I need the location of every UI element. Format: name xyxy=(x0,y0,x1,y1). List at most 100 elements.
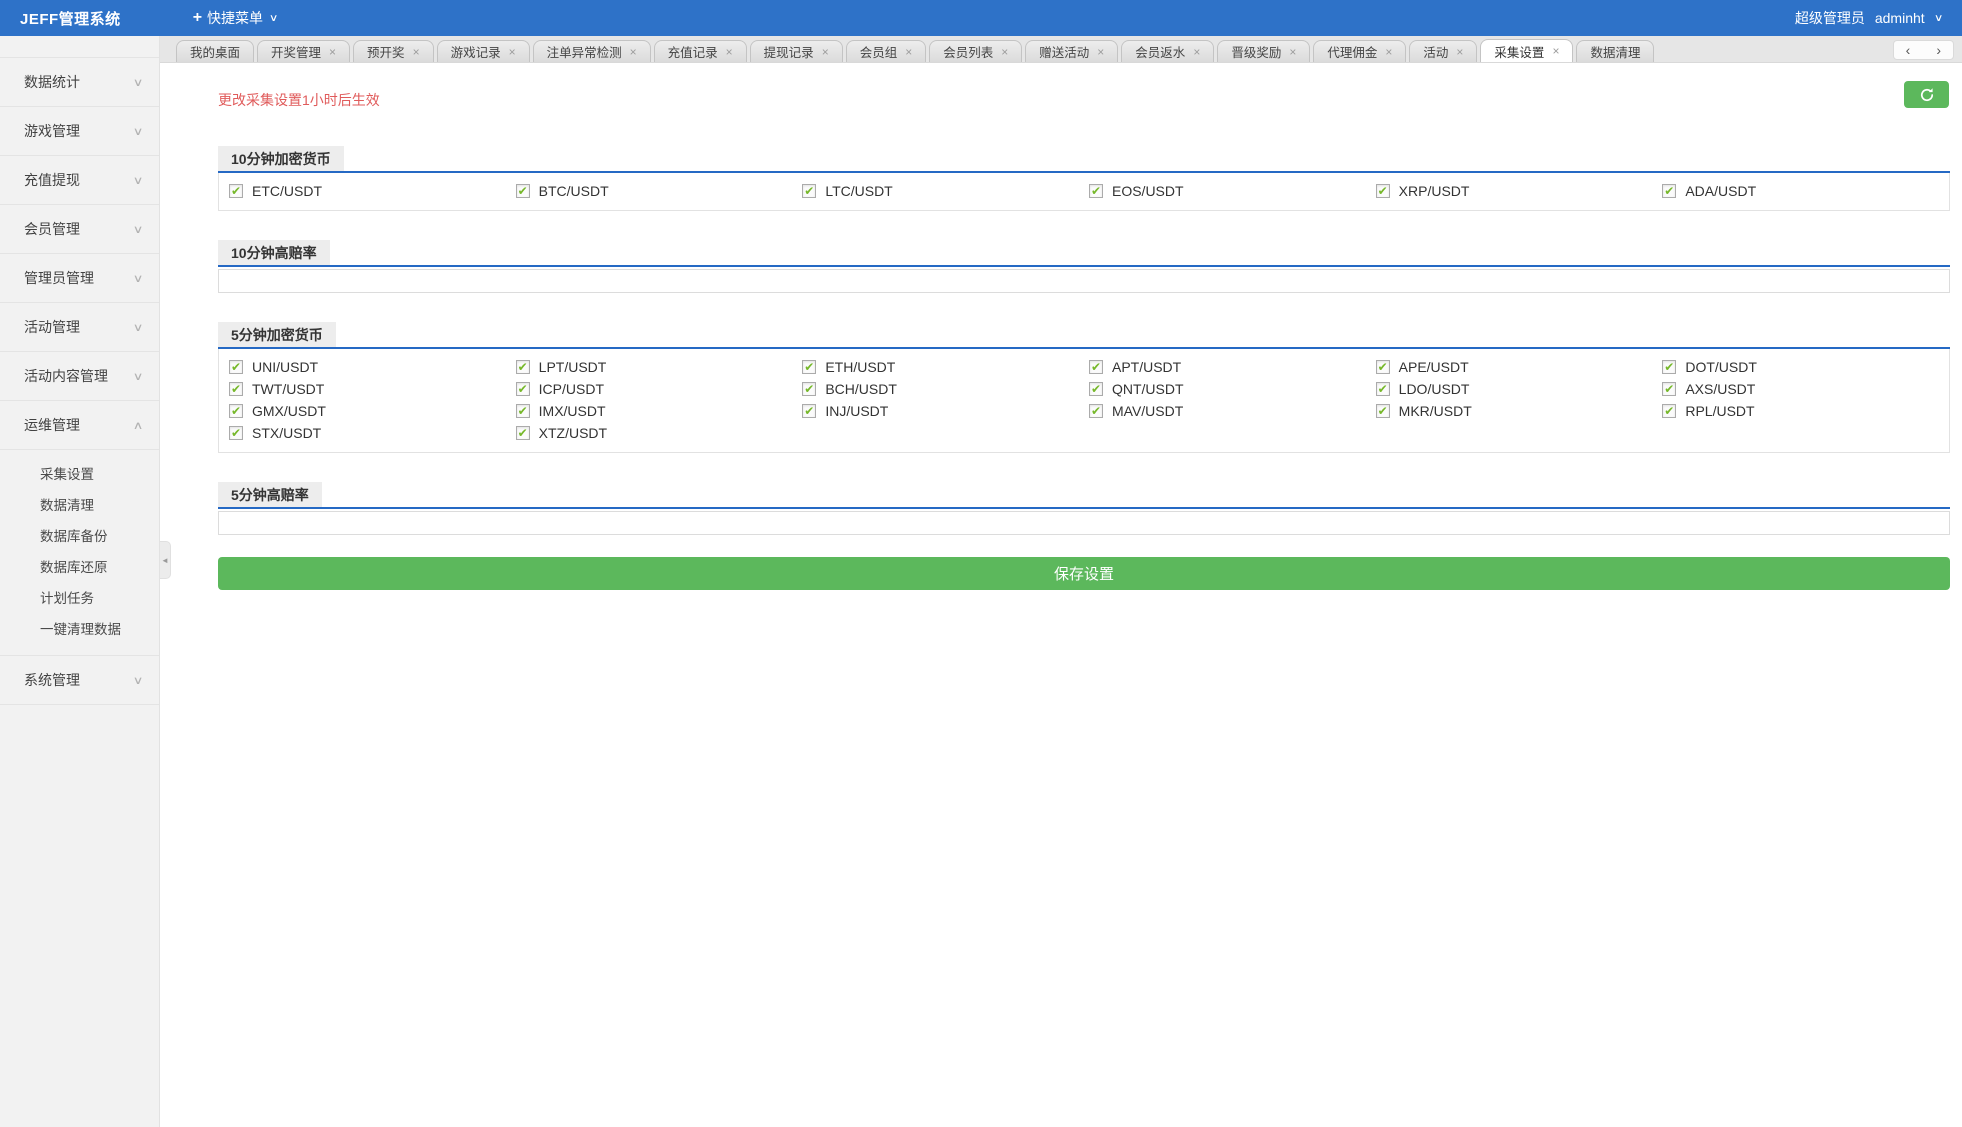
checkbox-checked-icon[interactable]: ✔ xyxy=(229,184,243,198)
tab-item[interactable]: 预开奖× xyxy=(353,40,434,62)
tab-item[interactable]: 赠送活动× xyxy=(1025,40,1118,62)
sidebar-subitem[interactable]: 计划任务 xyxy=(0,583,159,614)
checkbox-checked-icon[interactable]: ✔ xyxy=(516,426,530,440)
sidebar-collapse-handle[interactable]: ◄ xyxy=(160,541,171,579)
checkbox-checked-icon[interactable]: ✔ xyxy=(802,360,816,374)
checkbox-checked-icon[interactable]: ✔ xyxy=(516,360,530,374)
checkbox-checked-icon[interactable]: ✔ xyxy=(802,382,816,396)
close-icon[interactable]: × xyxy=(329,46,336,58)
tab-scroll-left-button[interactable]: ‹ xyxy=(1906,43,1911,57)
refresh-button[interactable] xyxy=(1904,81,1949,108)
tab-item[interactable]: 充值记录× xyxy=(654,40,747,62)
close-icon[interactable]: × xyxy=(413,46,420,58)
checkbox-item[interactable]: ✔BTC/USDT xyxy=(516,180,803,202)
checkbox-checked-icon[interactable]: ✔ xyxy=(1376,382,1390,396)
checkbox-item[interactable]: ✔XTZ/USDT xyxy=(516,422,803,444)
checkbox-item[interactable]: ✔MAV/USDT xyxy=(1089,400,1376,422)
tab-item[interactable]: 活动× xyxy=(1409,40,1477,62)
checkbox-checked-icon[interactable]: ✔ xyxy=(1376,360,1390,374)
odds-input-field[interactable] xyxy=(218,269,1950,293)
checkbox-item[interactable]: ✔STX/USDT xyxy=(229,422,516,444)
sidebar-item[interactable]: 活动管理∨ xyxy=(0,303,159,352)
save-settings-button[interactable]: 保存设置 xyxy=(218,557,1950,590)
checkbox-checked-icon[interactable]: ✔ xyxy=(1089,360,1103,374)
sidebar-item[interactable]: 数据统计∨ xyxy=(0,58,159,107)
checkbox-item[interactable]: ✔QNT/USDT xyxy=(1089,378,1376,400)
checkbox-checked-icon[interactable]: ✔ xyxy=(229,360,243,374)
tab-scroll-right-button[interactable]: › xyxy=(1936,43,1941,57)
close-icon[interactable]: × xyxy=(1001,46,1008,58)
checkbox-item[interactable]: ✔LPT/USDT xyxy=(516,356,803,378)
checkbox-checked-icon[interactable]: ✔ xyxy=(802,184,816,198)
checkbox-item[interactable]: ✔INJ/USDT xyxy=(802,400,1089,422)
sidebar-item[interactable]: 会员管理∨ xyxy=(0,205,159,254)
tab-item[interactable]: 提现记录× xyxy=(750,40,843,62)
tab-item[interactable]: 我的桌面 xyxy=(176,40,254,62)
checkbox-item[interactable]: ✔UNI/USDT xyxy=(229,356,516,378)
checkbox-checked-icon[interactable]: ✔ xyxy=(1662,404,1676,418)
sidebar-subitem[interactable]: 数据清理 xyxy=(0,490,159,521)
checkbox-checked-icon[interactable]: ✔ xyxy=(229,404,243,418)
tab-item[interactable]: 开奖管理× xyxy=(257,40,350,62)
close-icon[interactable]: × xyxy=(1193,46,1200,58)
sidebar-item[interactable]: 管理员管理∨ xyxy=(0,254,159,303)
checkbox-checked-icon[interactable]: ✔ xyxy=(1089,404,1103,418)
tab-active[interactable]: 采集设置× xyxy=(1480,39,1573,62)
checkbox-checked-icon[interactable]: ✔ xyxy=(229,426,243,440)
tab-item[interactable]: 游戏记录× xyxy=(437,40,530,62)
checkbox-item[interactable]: ✔IMX/USDT xyxy=(516,400,803,422)
close-icon[interactable]: × xyxy=(1456,46,1463,58)
tab-item[interactable]: 代理佣金× xyxy=(1313,40,1406,62)
tab-item[interactable]: 数据清理 xyxy=(1576,40,1654,62)
close-icon[interactable]: × xyxy=(726,46,733,58)
checkbox-checked-icon[interactable]: ✔ xyxy=(802,404,816,418)
tab-item[interactable]: 会员返水× xyxy=(1121,40,1214,62)
checkbox-item[interactable]: ✔APE/USDT xyxy=(1376,356,1663,378)
tab-item[interactable]: 会员列表× xyxy=(929,40,1022,62)
checkbox-checked-icon[interactable]: ✔ xyxy=(1376,184,1390,198)
sidebar-subitem[interactable]: 数据库备份 xyxy=(0,521,159,552)
checkbox-item[interactable]: ✔ETH/USDT xyxy=(802,356,1089,378)
checkbox-checked-icon[interactable]: ✔ xyxy=(516,184,530,198)
tab-item[interactable]: 会员组× xyxy=(846,40,927,62)
checkbox-checked-icon[interactable]: ✔ xyxy=(1089,184,1103,198)
close-icon[interactable]: × xyxy=(822,46,829,58)
quick-menu-dropdown[interactable]: + 快捷菜单 ∨ xyxy=(193,8,278,28)
close-icon[interactable]: × xyxy=(1289,46,1296,58)
sidebar-subitem[interactable]: 一键清理数据 xyxy=(0,614,159,645)
checkbox-checked-icon[interactable]: ✔ xyxy=(1089,382,1103,396)
sidebar-item[interactable]: 运维管理∧ xyxy=(0,401,159,450)
checkbox-item[interactable]: ✔ADA/USDT xyxy=(1662,180,1949,202)
checkbox-item[interactable]: ✔LDO/USDT xyxy=(1376,378,1663,400)
sidebar-item[interactable]: 活动内容管理∨ xyxy=(0,352,159,401)
checkbox-item[interactable]: ✔XRP/USDT xyxy=(1376,180,1663,202)
checkbox-item[interactable]: ✔ETC/USDT xyxy=(229,180,516,202)
close-icon[interactable]: × xyxy=(905,46,912,58)
checkbox-checked-icon[interactable]: ✔ xyxy=(1662,382,1676,396)
checkbox-checked-icon[interactable]: ✔ xyxy=(1662,360,1676,374)
checkbox-checked-icon[interactable]: ✔ xyxy=(1662,184,1676,198)
checkbox-item[interactable]: ✔APT/USDT xyxy=(1089,356,1376,378)
checkbox-item[interactable]: ✔TWT/USDT xyxy=(229,378,516,400)
close-icon[interactable]: × xyxy=(509,46,516,58)
checkbox-item[interactable]: ✔GMX/USDT xyxy=(229,400,516,422)
checkbox-item[interactable]: ✔LTC/USDT xyxy=(802,180,1089,202)
checkbox-item[interactable]: ✔BCH/USDT xyxy=(802,378,1089,400)
checkbox-item[interactable]: ✔RPL/USDT xyxy=(1662,400,1949,422)
user-menu[interactable]: 超级管理员 adminht ∨ xyxy=(1795,8,1942,28)
checkbox-item[interactable]: ✔AXS/USDT xyxy=(1662,378,1949,400)
checkbox-item[interactable]: ✔MKR/USDT xyxy=(1376,400,1663,422)
sidebar-subitem[interactable]: 采集设置 xyxy=(0,459,159,490)
checkbox-item[interactable]: ✔EOS/USDT xyxy=(1089,180,1376,202)
odds-input-field[interactable] xyxy=(218,511,1950,535)
close-icon[interactable]: × xyxy=(1385,46,1392,58)
sidebar-item[interactable]: 系统管理∨ xyxy=(0,656,159,705)
tab-item[interactable]: 晋级奖励× xyxy=(1217,40,1310,62)
checkbox-checked-icon[interactable]: ✔ xyxy=(1376,404,1390,418)
checkbox-item[interactable]: ✔DOT/USDT xyxy=(1662,356,1949,378)
checkbox-checked-icon[interactable]: ✔ xyxy=(229,382,243,396)
sidebar-subitem[interactable]: 数据库还原 xyxy=(0,552,159,583)
checkbox-checked-icon[interactable]: ✔ xyxy=(516,382,530,396)
sidebar-item[interactable]: 游戏管理∨ xyxy=(0,107,159,156)
checkbox-item[interactable]: ✔ICP/USDT xyxy=(516,378,803,400)
